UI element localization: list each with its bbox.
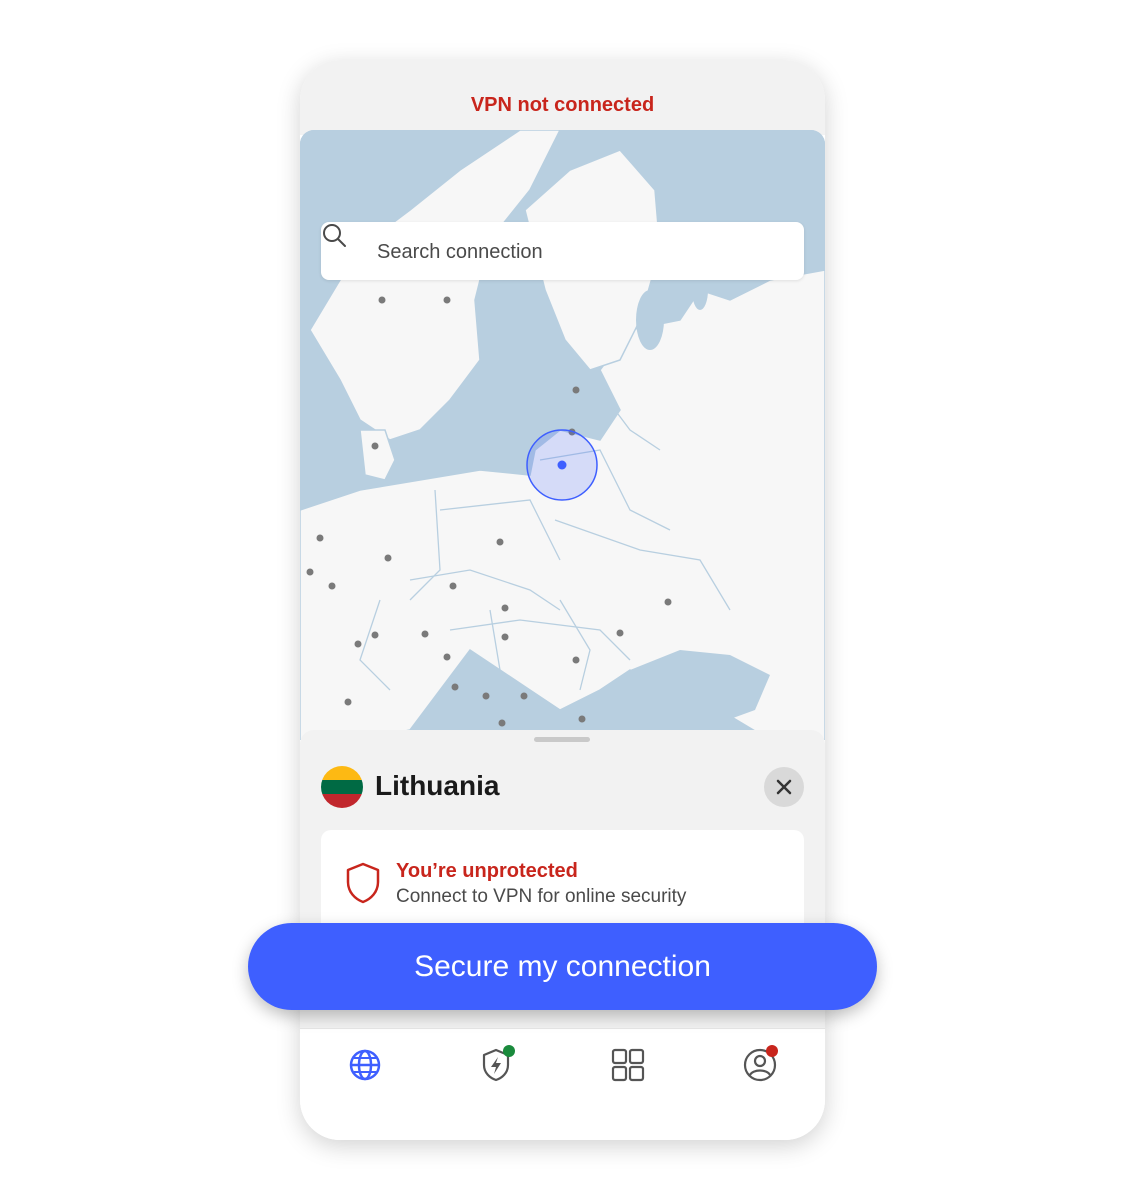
tab-bar — [300, 1028, 825, 1140]
shield-bolt-icon[interactable] — [476, 1045, 516, 1085]
lithuania-flag-icon — [321, 766, 363, 808]
profile-badge — [766, 1045, 778, 1057]
sheet-drag-handle[interactable] — [534, 737, 590, 742]
status-title: You’re unprotected — [396, 860, 578, 882]
vpn-status-text: VPN not connected — [470, 94, 655, 116]
shield-icon — [346, 862, 380, 904]
secure-connection-button[interactable]: Secure my connection — [248, 923, 877, 1010]
globe-icon[interactable] — [345, 1045, 385, 1085]
close-icon — [776, 779, 792, 795]
status-subtitle: Connect to VPN for online security — [396, 886, 687, 907]
grid-icon[interactable] — [608, 1045, 648, 1085]
profile-icon[interactable] — [740, 1045, 780, 1085]
status-bar: VPN not connected — [300, 60, 825, 135]
search-input[interactable] — [375, 222, 799, 282]
close-button[interactable] — [764, 767, 804, 807]
search-icon — [323, 224, 346, 247]
shield-badge — [503, 1045, 515, 1057]
country-name: Lithuania — [375, 770, 500, 801]
search-bar[interactable] — [321, 222, 804, 282]
server-map[interactable] — [300, 130, 825, 740]
